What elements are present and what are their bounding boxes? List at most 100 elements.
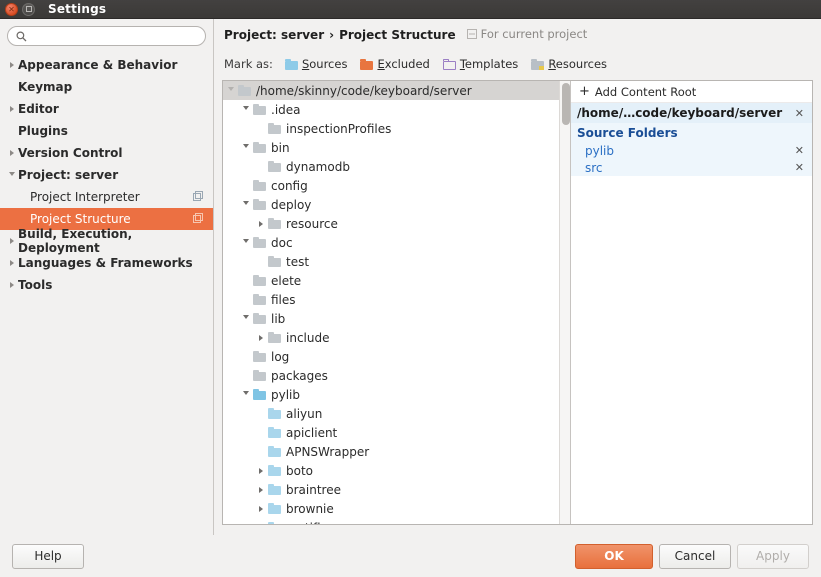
tree-row[interactable]: include: [223, 328, 570, 347]
window-title: Settings: [48, 2, 106, 16]
chevron-right-icon[interactable]: [6, 260, 18, 266]
sidebar-item-label: Languages & Frameworks: [18, 256, 193, 270]
plus-icon: +: [579, 85, 590, 98]
tree-row[interactable]: deploy: [223, 195, 570, 214]
tree-row-label: deploy: [271, 198, 311, 212]
tree-row-label: packages: [271, 369, 328, 383]
tree-row[interactable]: bin: [223, 138, 570, 157]
folder-icon: [268, 123, 281, 134]
tree-row-label: resource: [286, 217, 338, 231]
mark-as-label-excluded: Excluded: [377, 57, 429, 71]
chevron-down-icon[interactable]: [238, 144, 253, 151]
source-folders-list: pylib✕src✕: [571, 142, 812, 176]
chevron-down-icon[interactable]: [238, 391, 253, 398]
remove-source-folder-icon[interactable]: ✕: [795, 144, 804, 157]
folder-icon: [268, 503, 281, 514]
tree-row[interactable]: .idea: [223, 100, 570, 119]
tree-row[interactable]: lib: [223, 309, 570, 328]
tree-row-label: .idea: [271, 103, 301, 117]
add-content-root-button[interactable]: + Add Content Root: [571, 81, 812, 103]
mark-as-sources-button[interactable]: Sources: [285, 57, 348, 71]
sidebar-item-build-execution-deployment[interactable]: Build, Execution, Deployment: [0, 230, 213, 252]
sidebar-item-appearance-behavior[interactable]: Appearance & Behavior: [0, 54, 213, 76]
sidebar-item-project-interpreter[interactable]: Project Interpreter: [0, 186, 213, 208]
apply-button[interactable]: Apply: [737, 544, 809, 569]
mark-as-templates-button[interactable]: Templates: [443, 57, 518, 71]
remove-source-folder-icon[interactable]: ✕: [795, 161, 804, 174]
tree-row-label: config: [271, 179, 308, 193]
dialog-body: Appearance & BehaviorKeymapEditorPlugins…: [0, 19, 821, 535]
chevron-down-icon[interactable]: [238, 201, 253, 208]
tree-row[interactable]: certifi: [223, 518, 570, 524]
tree-row[interactable]: resource: [223, 214, 570, 233]
chevron-down-icon[interactable]: [223, 87, 238, 94]
source-folder-row[interactable]: src✕: [571, 159, 812, 176]
chevron-right-icon[interactable]: [6, 238, 18, 244]
chevron-down-icon[interactable]: [238, 315, 253, 322]
search-container: [0, 26, 213, 54]
project-tree[interactable]: /home/skinny/code/keyboard/server .idea in…: [223, 81, 570, 524]
tree-row[interactable]: doc: [223, 233, 570, 252]
tree-row[interactable]: files: [223, 290, 570, 309]
tree-row[interactable]: /home/skinny/code/keyboard/server: [223, 81, 570, 100]
folder-icon: [268, 427, 281, 438]
help-button[interactable]: Help: [12, 544, 84, 569]
tree-row-label: certifi: [286, 521, 321, 525]
chevron-right-icon[interactable]: [6, 150, 18, 156]
sidebar-item-tools[interactable]: Tools: [0, 274, 213, 296]
folder-icon: [253, 294, 266, 305]
sidebar-item-label: Project Structure: [30, 212, 131, 226]
tree-row[interactable]: packages: [223, 366, 570, 385]
chevron-right-icon[interactable]: [253, 468, 268, 474]
tree-row[interactable]: brownie: [223, 499, 570, 518]
sidebar-item-project-server[interactable]: Project: server: [0, 164, 213, 186]
tree-scrollbar-thumb[interactable]: [562, 83, 570, 125]
sidebar-item-label: Build, Execution, Deployment: [18, 227, 213, 255]
chevron-right-icon[interactable]: [6, 282, 18, 288]
tree-row[interactable]: dynamodb: [223, 157, 570, 176]
close-icon[interactable]: ✕: [5, 3, 18, 16]
sidebar-item-plugins[interactable]: Plugins: [0, 120, 213, 142]
sidebar-item-version-control[interactable]: Version Control: [0, 142, 213, 164]
sidebar-item-editor[interactable]: Editor: [0, 98, 213, 120]
tree-row[interactable]: log: [223, 347, 570, 366]
folder-icon: [253, 180, 266, 191]
folder-orange-icon: [360, 59, 373, 70]
tree-row[interactable]: elete: [223, 271, 570, 290]
tree-row[interactable]: config: [223, 176, 570, 195]
tree-row[interactable]: aliyun: [223, 404, 570, 423]
mark-as-resources-button[interactable]: Resources: [531, 57, 607, 71]
tree-row[interactable]: boto: [223, 461, 570, 480]
chevron-right-icon[interactable]: [253, 221, 268, 227]
tree-row[interactable]: braintree: [223, 480, 570, 499]
folder-icon: [268, 446, 281, 457]
maximize-icon[interactable]: [22, 3, 35, 16]
search-box[interactable]: [7, 26, 206, 46]
chevron-right-icon[interactable]: [253, 487, 268, 493]
chevron-down-icon[interactable]: [238, 106, 253, 113]
content-root-row[interactable]: /home/…code/keyboard/server ✕: [571, 103, 812, 123]
tree-row[interactable]: inspectionProfiles: [223, 119, 570, 138]
chevron-right-icon[interactable]: [253, 335, 268, 341]
mark-as-excluded-button[interactable]: Excluded: [360, 57, 429, 71]
ok-button[interactable]: OK: [575, 544, 653, 569]
cancel-button[interactable]: Cancel: [659, 544, 731, 569]
tree-row[interactable]: pylib: [223, 385, 570, 404]
sidebar-item-languages-frameworks[interactable]: Languages & Frameworks: [0, 252, 213, 274]
chevron-right-icon[interactable]: [253, 506, 268, 512]
chevron-down-icon[interactable]: [238, 239, 253, 246]
chevron-right-icon[interactable]: [6, 62, 18, 68]
folder-icon: [253, 370, 266, 381]
chevron-down-icon[interactable]: [6, 172, 18, 179]
chevron-right-icon[interactable]: [6, 106, 18, 112]
tree-row[interactable]: APNSWrapper: [223, 442, 570, 461]
tree-row[interactable]: test: [223, 252, 570, 271]
tree-row-label: files: [271, 293, 296, 307]
tree-scrollbar[interactable]: [559, 81, 570, 524]
remove-content-root-icon[interactable]: ✕: [795, 107, 804, 120]
search-input[interactable]: [31, 30, 197, 43]
breadcrumb-project[interactable]: Project: server: [224, 28, 324, 42]
source-folder-row[interactable]: pylib✕: [571, 142, 812, 159]
tree-row[interactable]: apiclient: [223, 423, 570, 442]
sidebar-item-keymap[interactable]: Keymap: [0, 76, 213, 98]
